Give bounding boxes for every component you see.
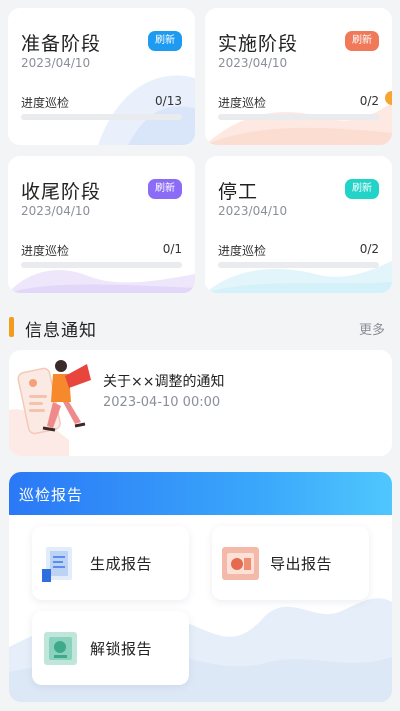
notice-item[interactable]: 关于××调整的通知 2023-04-10 00:00 bbox=[9, 350, 392, 456]
progress-label: 进度巡检 bbox=[21, 244, 70, 258]
progress-count: 0/2 bbox=[359, 242, 379, 256]
stage-date: 2023/04/10 bbox=[21, 204, 91, 218]
section-title: 信息通知 bbox=[25, 321, 97, 341]
report-panel: 巡检报告 生成报告 导出报告 解锁报告 bbox=[9, 472, 392, 702]
progress-count: 0/1 bbox=[162, 242, 182, 256]
progress-label: 进度巡检 bbox=[218, 96, 267, 110]
stage-date: 2023/04/10 bbox=[218, 56, 288, 70]
stage-title: 收尾阶段 bbox=[21, 181, 102, 203]
button-label: 导出报告 bbox=[270, 555, 333, 573]
more-link[interactable]: 更多 bbox=[359, 319, 385, 338]
export-report-icon bbox=[222, 547, 259, 580]
stage-title: 实施阶段 bbox=[218, 33, 299, 55]
reading-person-illustration bbox=[9, 360, 91, 456]
unlock-report-button[interactable]: 解锁报告 bbox=[32, 611, 189, 685]
progress-label: 进度巡检 bbox=[21, 96, 70, 110]
progress-count: 0/2 bbox=[359, 94, 379, 108]
progress-bar bbox=[21, 114, 182, 120]
report-header-title: 巡检报告 bbox=[19, 486, 84, 504]
export-report-button[interactable]: 导出报告 bbox=[212, 526, 369, 600]
report-header: 巡检报告 bbox=[9, 472, 392, 515]
stage-card-suspended[interactable]: 停工 2023/04/10 刷新 进度巡检 0/2 bbox=[205, 156, 392, 293]
stage-date: 2023/04/10 bbox=[21, 56, 91, 70]
refresh-button[interactable]: 刷新 bbox=[148, 179, 182, 199]
section-accent-bar bbox=[9, 317, 14, 337]
refresh-button[interactable]: 刷新 bbox=[345, 179, 379, 199]
stage-title: 准备阶段 bbox=[21, 33, 102, 55]
generate-report-button[interactable]: 生成报告 bbox=[32, 526, 189, 600]
notice-time: 2023-04-10 00:00 bbox=[103, 395, 221, 410]
notice-title: 关于××调整的通知 bbox=[103, 374, 225, 390]
progress-bar bbox=[218, 262, 379, 268]
generate-report-icon bbox=[42, 547, 72, 582]
stage-date: 2023/04/10 bbox=[218, 204, 288, 218]
stage-title: 停工 bbox=[218, 181, 259, 203]
button-label: 解锁报告 bbox=[90, 640, 153, 658]
progress-label: 进度巡检 bbox=[218, 244, 267, 258]
stage-card-preparation[interactable]: 准备阶段 2023/04/10 刷新 进度巡检 0/13 bbox=[8, 8, 195, 145]
stage-card-implementation[interactable]: 实施阶段 2023/04/10 刷新 进度巡检 0/2 bbox=[205, 8, 392, 145]
refresh-button[interactable]: 刷新 bbox=[345, 31, 379, 51]
progress-count: 0/13 bbox=[155, 94, 182, 108]
button-label: 生成报告 bbox=[90, 555, 153, 573]
notice-section-header: 信息通知 更多 bbox=[9, 316, 392, 341]
progress-bar bbox=[218, 114, 379, 120]
stage-card-closing[interactable]: 收尾阶段 2023/04/10 刷新 进度巡检 0/1 bbox=[8, 156, 195, 293]
unlock-report-icon bbox=[44, 632, 77, 665]
progress-bar bbox=[21, 262, 182, 268]
refresh-button[interactable]: 刷新 bbox=[148, 31, 182, 51]
